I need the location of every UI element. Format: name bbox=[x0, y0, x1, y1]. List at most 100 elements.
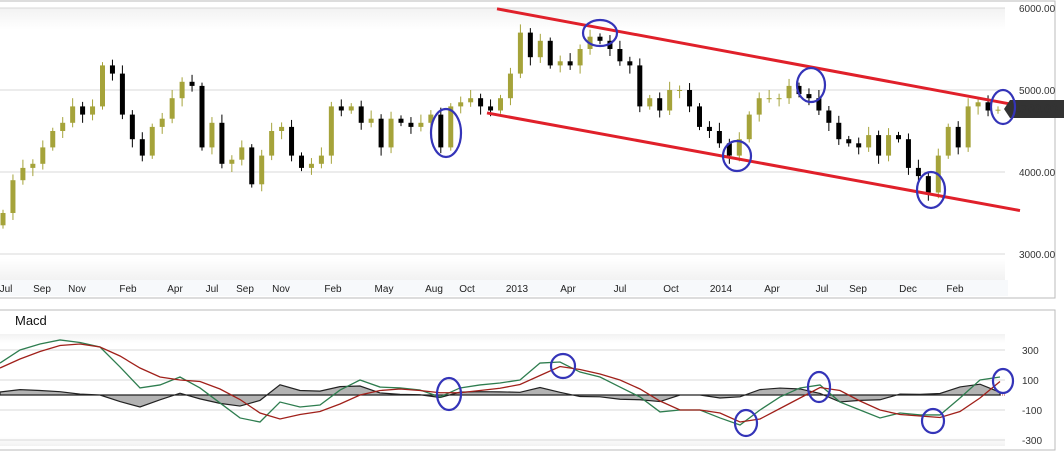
candle-body bbox=[627, 61, 633, 66]
candle-body bbox=[129, 114, 135, 140]
candle-body bbox=[965, 106, 971, 148]
candle-body bbox=[507, 73, 513, 99]
x-tick-label: Oct bbox=[459, 284, 475, 295]
candle-body bbox=[408, 122, 414, 127]
x-tick-label: Nov bbox=[68, 284, 86, 295]
chart-canvas: 6000.00 5000.00 4000.00 3000.00 Jul Sep Nov Fe… bbox=[0, 0, 1064, 451]
candle-body bbox=[90, 106, 96, 115]
x-tick-label: Aug bbox=[425, 284, 443, 295]
y-tick-label: 3000.00 bbox=[1019, 250, 1056, 261]
candle-body bbox=[826, 110, 832, 123]
candle-body bbox=[647, 98, 653, 107]
last-price-label: 4760.00 bbox=[1014, 102, 1058, 116]
x-tick-label: Sep bbox=[236, 284, 254, 295]
candle-body bbox=[10, 180, 16, 213]
candle-body bbox=[498, 98, 503, 111]
candle-body bbox=[915, 167, 921, 177]
macd-plot-area bbox=[0, 334, 1005, 446]
candle-body bbox=[100, 65, 105, 107]
candle-body bbox=[279, 126, 285, 131]
candle-body bbox=[358, 106, 364, 123]
candle-body bbox=[925, 176, 931, 193]
x-tick-label: Jul bbox=[206, 284, 219, 295]
candle-body bbox=[229, 159, 235, 164]
candle-body bbox=[149, 126, 155, 156]
candle-body bbox=[547, 40, 553, 66]
y-tick-label: 100 bbox=[1022, 376, 1039, 387]
x-tick-label: Feb bbox=[324, 284, 342, 295]
candle-body bbox=[199, 85, 205, 148]
candle-body bbox=[985, 102, 991, 111]
candle-body bbox=[776, 98, 782, 100]
candle-body bbox=[766, 98, 772, 100]
candle-body bbox=[886, 135, 892, 156]
x-tick-label: 2014 bbox=[710, 284, 733, 295]
macd-title: Macd bbox=[15, 313, 47, 328]
y-tick-label: -300 bbox=[1022, 436, 1042, 447]
candle-body bbox=[517, 32, 523, 74]
candle-body bbox=[697, 106, 702, 127]
candle-body bbox=[338, 106, 344, 111]
candle-body bbox=[955, 126, 961, 148]
candle-body bbox=[259, 155, 265, 185]
candle-body bbox=[239, 147, 245, 160]
candle-body bbox=[468, 98, 474, 103]
y-tick-label: 4000.00 bbox=[1019, 168, 1056, 179]
candle-body bbox=[866, 135, 872, 148]
candle-body bbox=[398, 118, 404, 123]
candle-body bbox=[657, 98, 663, 111]
candle-body bbox=[687, 90, 693, 107]
candle-body bbox=[289, 126, 295, 156]
x-tick-label: Apr bbox=[167, 284, 183, 295]
candle-body bbox=[637, 65, 643, 107]
candle-body bbox=[308, 163, 314, 168]
candle-body bbox=[975, 102, 981, 107]
candle-body bbox=[418, 122, 424, 127]
candle-body bbox=[40, 147, 46, 164]
candle-body bbox=[667, 90, 673, 111]
x-tick-label: 2013 bbox=[506, 284, 529, 295]
candle-body bbox=[30, 163, 36, 168]
candle-body bbox=[577, 49, 583, 66]
candle-body bbox=[368, 118, 374, 123]
x-tick-label: May bbox=[375, 284, 394, 295]
candle-body bbox=[348, 106, 354, 111]
candle-body bbox=[70, 106, 76, 123]
candle-body bbox=[527, 32, 533, 58]
candle-body bbox=[119, 73, 125, 115]
x-tick-label: Sep bbox=[849, 284, 867, 295]
y-tick-label: 6000.00 bbox=[1019, 4, 1056, 15]
candle-body bbox=[80, 106, 86, 115]
candle-body bbox=[706, 126, 712, 131]
x-tick-label: Jul bbox=[816, 284, 829, 295]
candle-body bbox=[806, 94, 812, 99]
candle-body bbox=[109, 65, 115, 74]
candle-body bbox=[458, 102, 464, 107]
candle-body bbox=[189, 81, 195, 86]
candle-body bbox=[597, 36, 603, 41]
candle-body bbox=[209, 122, 215, 148]
candle-body bbox=[945, 126, 951, 156]
y-tick-label: 300 bbox=[1022, 346, 1039, 357]
x-tick-label: Apr bbox=[560, 284, 576, 295]
x-tick-label: Apr bbox=[764, 284, 780, 295]
candle-body bbox=[488, 106, 494, 111]
candle-body bbox=[677, 90, 683, 91]
candle-body bbox=[856, 143, 862, 148]
candle-body bbox=[219, 122, 225, 164]
candle-body bbox=[786, 85, 792, 99]
candle-body bbox=[318, 155, 324, 164]
x-tick-label: Nov bbox=[272, 284, 290, 295]
candle-body bbox=[299, 155, 304, 168]
y-tick-label: 5000.00 bbox=[1019, 86, 1056, 97]
candle-body bbox=[378, 118, 384, 148]
candle-body bbox=[567, 61, 573, 66]
candle-body bbox=[438, 114, 444, 148]
candle-body bbox=[746, 114, 752, 140]
candle-body bbox=[179, 81, 185, 99]
candle-body bbox=[876, 135, 882, 156]
candle-body bbox=[995, 109, 1001, 111]
candle-body bbox=[50, 131, 56, 148]
candle-body bbox=[169, 98, 175, 119]
candle-body bbox=[905, 139, 911, 168]
